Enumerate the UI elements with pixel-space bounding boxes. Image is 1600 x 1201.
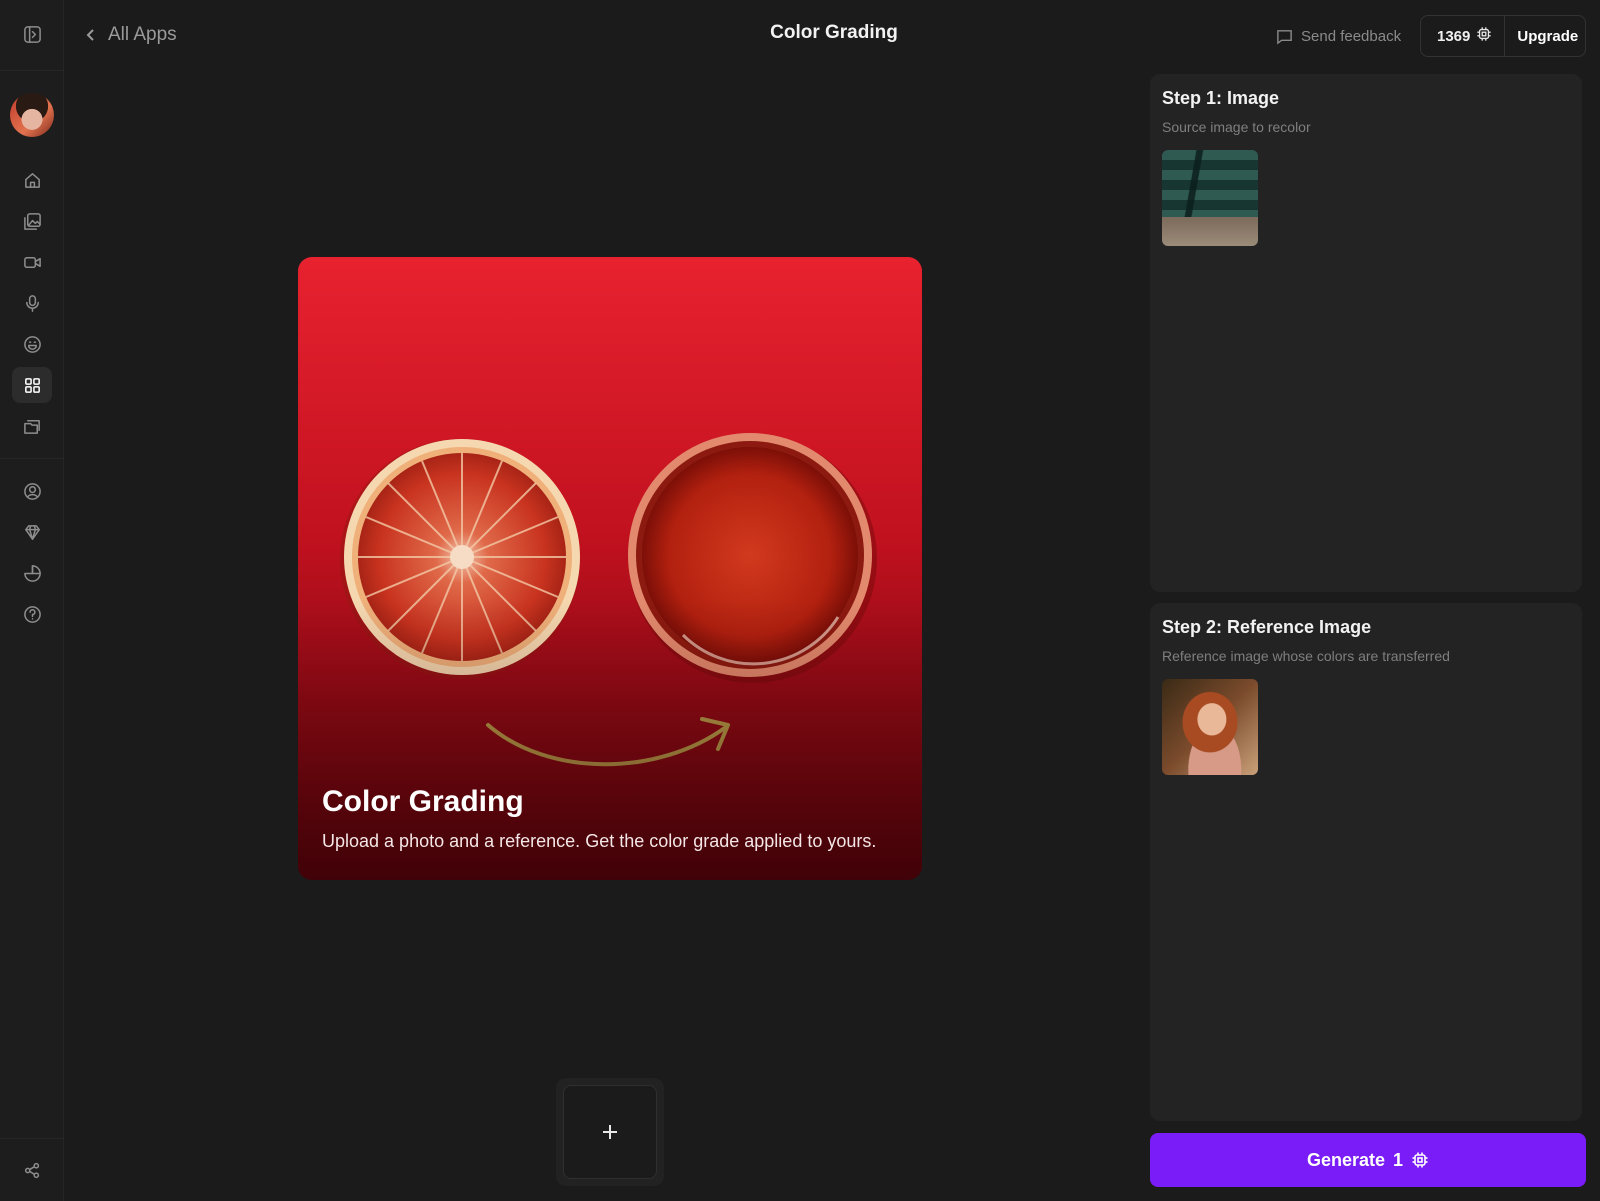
sidebar-item-avatars[interactable] (12, 326, 52, 362)
plus-icon (603, 1125, 617, 1139)
avatar[interactable] (10, 93, 54, 137)
sidebar-toggle-icon (23, 25, 41, 43)
send-feedback-button[interactable]: Send feedback (1276, 24, 1401, 48)
microphone-icon (25, 294, 39, 312)
folder-icon (23, 419, 40, 434)
sidebar-item-apps[interactable] (12, 367, 52, 403)
home-icon (24, 172, 40, 188)
page-title: Color Grading (770, 22, 898, 43)
step-2-panel: Step 2: Reference Image Reference image … (1150, 603, 1582, 1121)
credits-value: 1369 (1437, 27, 1471, 45)
generate-button[interactable]: Generate 1 (1150, 1133, 1586, 1187)
reference-image-thumbnail[interactable] (1162, 679, 1258, 775)
credits-count: 1369 (1421, 16, 1506, 56)
back-to-all-apps-link[interactable]: All Apps (84, 22, 177, 48)
step-2-title: Step 2: Reference Image (1162, 617, 1372, 637)
share-icon (24, 1162, 39, 1178)
step-1-panel: Step 1: Image Source image to recolor (1150, 74, 1582, 592)
sidebar (0, 0, 64, 1201)
source-image-thumbnail[interactable] (1162, 150, 1258, 246)
sidebar-item-share[interactable] (12, 1152, 52, 1188)
pie-chart-icon (23, 564, 41, 582)
sidebar-item-video[interactable] (12, 244, 52, 280)
user-circle-icon (23, 482, 41, 500)
credits-box: 1369 Upgrade (1420, 15, 1586, 57)
sidebar-divider (0, 70, 64, 71)
toggle-sidebar-button[interactable] (12, 16, 52, 52)
video-icon (23, 256, 41, 268)
hero-title: Color Grading (322, 785, 524, 818)
smile-icon (23, 335, 41, 353)
sidebar-item-usage[interactable] (12, 555, 52, 591)
sidebar-divider (0, 1138, 64, 1139)
sidebar-divider (0, 458, 64, 459)
sidebar-item-files[interactable] (12, 408, 52, 444)
message-icon (1277, 29, 1292, 45)
sidebar-item-audio[interactable] (12, 285, 52, 321)
sidebar-item-home[interactable] (12, 162, 52, 198)
step-1-title: Step 1: Image (1162, 88, 1280, 108)
hero-description: Upload a photo and a reference. Get the … (322, 831, 877, 851)
chevron-left-icon (86, 29, 94, 41)
step-2-subtitle: Reference image whose colors are transfe… (1162, 648, 1450, 664)
sidebar-item-profile[interactable] (12, 473, 52, 509)
back-label: All Apps (108, 24, 177, 45)
grid-icon (24, 377, 40, 393)
images-icon (23, 212, 41, 230)
help-icon (23, 605, 41, 623)
upgrade-button[interactable]: Upgrade (1505, 28, 1590, 45)
credit-chip-icon (1412, 1152, 1428, 1168)
diamond-icon (24, 524, 40, 540)
step-1-subtitle: Source image to recolor (1162, 119, 1311, 135)
add-image-area (556, 1078, 664, 1186)
credit-chip-icon (1476, 26, 1492, 46)
generate-label: Generate (1306, 1149, 1386, 1170)
sidebar-item-images[interactable] (12, 203, 52, 239)
app-hero-card: Color Grading Upload a photo and a refer… (298, 257, 922, 880)
add-button[interactable] (563, 1085, 657, 1179)
generate-cost: 1 (1393, 1149, 1404, 1170)
sidebar-item-plans[interactable] (12, 514, 52, 550)
sidebar-item-help[interactable] (12, 596, 52, 632)
feedback-label: Send feedback (1301, 27, 1402, 45)
